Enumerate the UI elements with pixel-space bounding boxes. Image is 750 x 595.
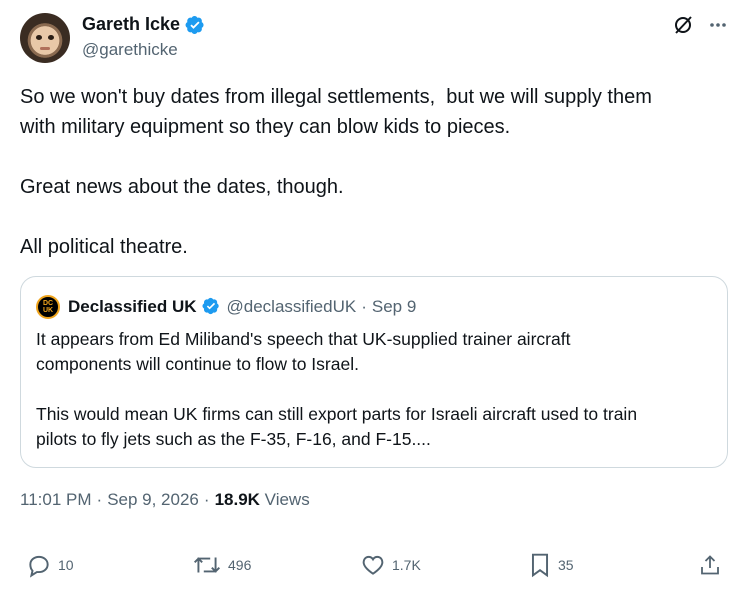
reply-count: 10: [58, 557, 74, 573]
top-actions: [672, 14, 728, 36]
avatar-eye: [48, 35, 54, 40]
views-label: Views: [264, 490, 310, 509]
tweet-time[interactable]: 11:01 PM: [20, 490, 92, 510]
tweet-line: with military equipment so they can blow…: [20, 116, 511, 138]
tweet-meta: 11:01 PM · Sep 9, 2026 · 18.9K Views: [20, 490, 310, 510]
quoted-handle[interactable]: @declassifiedUK: [227, 297, 357, 317]
meta-separator: ·: [96, 490, 103, 509]
verified-badge-icon: [201, 297, 222, 317]
share-button[interactable]: [698, 552, 722, 578]
quoted-line: This would mean UK firms can still expor…: [36, 404, 638, 424]
bookmark-button[interactable]: 35: [528, 552, 574, 578]
quoted-tweet[interactable]: DC UK Declassified UK @declassifiedUK · …: [20, 276, 728, 468]
author-avatar[interactable]: [20, 13, 70, 63]
quoted-logo-text: DC UK: [42, 300, 54, 314]
author-name-row: Gareth Icke: [82, 14, 205, 35]
share-icon: [698, 552, 722, 578]
reply-icon: [26, 552, 52, 578]
author-display-name[interactable]: Gareth Icke: [82, 14, 180, 35]
tweet-line: All political theatre.: [20, 236, 188, 258]
quoted-display-name[interactable]: Declassified UK: [68, 297, 197, 317]
repost-count: 496: [228, 557, 252, 573]
quoted-text: It appears from Ed Miliband's speech tha…: [36, 327, 716, 452]
author-handle[interactable]: @garethicke: [82, 40, 178, 60]
tweet-date[interactable]: Sep 9, 2026: [107, 490, 199, 510]
avatar-mouth: [40, 47, 50, 50]
tweet-line: So we won't buy dates from illegal settl…: [20, 86, 652, 108]
action-bar: 10 496 1.7K 35: [0, 548, 750, 582]
repost-button[interactable]: 496: [192, 552, 251, 578]
avatar-eye: [36, 35, 42, 40]
quoted-date[interactable]: Sep 9: [372, 297, 416, 317]
more-icon[interactable]: [708, 15, 728, 35]
tweet-text: So we won't buy dates from illegal settl…: [20, 82, 732, 262]
quoted-line: pilots to fly jets such as the F-35, F-1…: [36, 429, 431, 449]
like-icon: [360, 552, 386, 578]
repost-icon: [192, 552, 222, 578]
grok-icon[interactable]: [672, 14, 694, 36]
quoted-line: components will continue to flow to Isra…: [36, 354, 359, 374]
bookmark-count: 35: [558, 557, 574, 573]
quoted-line: It appears from Ed Miliband's speech tha…: [36, 329, 571, 349]
views-count: 18.9K: [214, 490, 260, 509]
quoted-separator: ·: [361, 297, 367, 316]
meta-separator: ·: [203, 490, 210, 509]
quoted-header: DC UK Declassified UK @declassifiedUK · …: [36, 295, 416, 319]
quoted-avatar[interactable]: DC UK: [36, 295, 60, 319]
like-button[interactable]: 1.7K: [360, 552, 421, 578]
like-count: 1.7K: [392, 557, 421, 573]
tweet-line: Great news about the dates, though.: [20, 176, 344, 198]
verified-badge-icon[interactable]: [185, 15, 205, 35]
bookmark-icon: [528, 552, 552, 578]
reply-button[interactable]: 10: [26, 552, 74, 578]
